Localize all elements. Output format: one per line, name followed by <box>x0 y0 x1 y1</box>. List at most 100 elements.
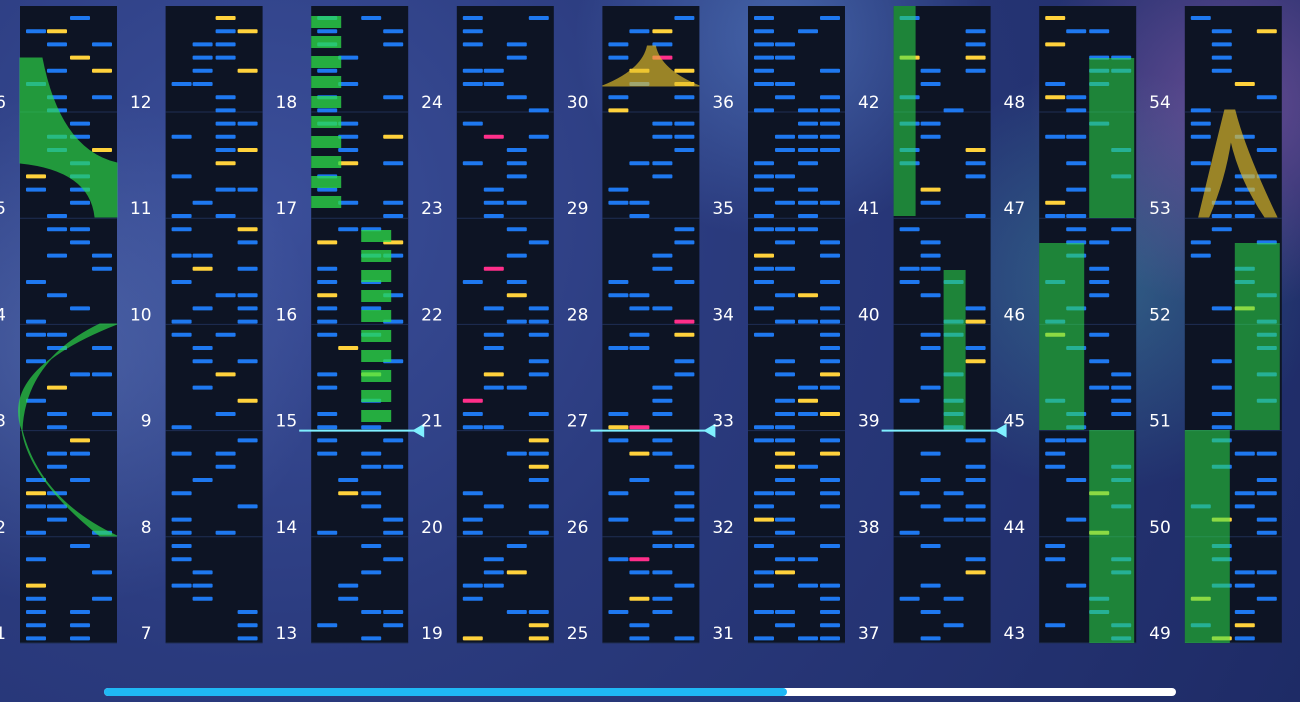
tap-note <box>506 227 527 232</box>
gold-note <box>483 372 504 377</box>
tap-note <box>338 478 359 482</box>
tap-note <box>754 544 774 548</box>
tap-note <box>820 200 840 205</box>
tap-note <box>1066 583 1087 588</box>
tap-note <box>192 359 213 364</box>
tap-note <box>798 200 818 205</box>
gold-note <box>1256 29 1277 34</box>
tap-note <box>171 280 192 284</box>
tap-note <box>506 174 527 179</box>
scrollbar-thumb[interactable] <box>104 688 787 696</box>
tap-note <box>608 491 629 496</box>
tap-note <box>674 121 695 126</box>
tap-note <box>820 68 840 73</box>
tap-note <box>775 372 795 377</box>
tap-note <box>171 451 192 456</box>
gold-note <box>317 293 338 298</box>
measure-number-label: 7 <box>141 624 152 644</box>
tap-note <box>608 55 629 60</box>
gold-note <box>775 570 795 575</box>
tap-note <box>899 398 920 403</box>
tap-note <box>965 29 986 34</box>
tap-note <box>528 306 549 311</box>
tap-note <box>965 346 986 350</box>
tap-note <box>462 68 483 73</box>
tap-note <box>775 174 795 179</box>
tap-note <box>506 95 527 100</box>
gold-note <box>798 398 818 403</box>
gold-note <box>608 108 629 113</box>
tap-note <box>820 491 840 496</box>
hold-note <box>1184 430 1230 643</box>
tap-note <box>652 253 673 258</box>
tap-note <box>171 530 192 535</box>
tap-note <box>1211 55 1232 60</box>
pink-note <box>674 319 695 324</box>
tap-note <box>629 214 650 218</box>
tap-note <box>1111 385 1132 390</box>
tap-note <box>528 504 549 509</box>
tap-note <box>820 319 840 324</box>
tap-note <box>26 187 46 192</box>
tap-note <box>775 491 795 496</box>
measure-number-label: 44 <box>1004 518 1026 538</box>
measure-number-label: 8 <box>141 518 152 538</box>
measure-number-label: 14 <box>276 518 298 538</box>
tap-note <box>215 464 236 469</box>
tap-note <box>965 306 986 311</box>
gold-note <box>92 148 112 152</box>
tap-note <box>652 451 673 456</box>
tap-note <box>528 108 549 113</box>
tap-note <box>775 610 795 614</box>
chart-preview: 1234567891011121314151617181920212223242… <box>0 6 1282 644</box>
tap-note <box>798 583 818 588</box>
tap-note <box>26 623 46 628</box>
gold-note <box>1045 95 1066 100</box>
tap-note <box>629 306 650 311</box>
tap-note <box>1066 517 1087 522</box>
measure-number-label: 32 <box>712 518 734 538</box>
tap-note <box>1211 385 1232 390</box>
tap-note <box>462 161 483 166</box>
tap-note <box>629 346 650 350</box>
tap-note <box>215 214 236 218</box>
tap-note <box>820 504 840 509</box>
tap-note <box>652 610 673 614</box>
tap-note <box>1211 42 1232 47</box>
tap-note <box>820 478 840 482</box>
tap-note <box>608 610 629 614</box>
tap-note <box>674 280 695 284</box>
tap-note <box>1211 306 1232 311</box>
tap-note <box>820 95 840 100</box>
tap-note <box>192 200 213 205</box>
tap-note <box>775 425 795 430</box>
tap-note <box>383 438 404 443</box>
tap-note <box>775 42 795 47</box>
tap-note <box>1089 359 1110 364</box>
tap-note <box>920 385 941 390</box>
tap-note <box>775 200 795 205</box>
tap-note <box>820 240 840 245</box>
measure-number-label: 42 <box>858 93 880 113</box>
tap-note <box>361 306 382 311</box>
tap-note <box>920 68 941 73</box>
tap-note <box>920 346 941 350</box>
gold-note <box>70 438 90 443</box>
tap-note <box>192 253 213 258</box>
tap-note <box>383 557 404 562</box>
tap-note <box>215 95 236 100</box>
hold-note <box>1089 430 1135 643</box>
tap-note <box>237 504 258 509</box>
gold-note <box>965 570 986 575</box>
hold-note <box>311 76 342 88</box>
tap-note <box>820 306 840 311</box>
tap-note <box>820 134 840 139</box>
tap-note <box>1190 240 1211 245</box>
tap-note <box>652 570 673 575</box>
scrollbar-track[interactable] <box>104 688 1176 696</box>
hold-note <box>1039 243 1085 430</box>
tap-note <box>775 293 795 298</box>
tap-note <box>483 82 504 86</box>
hold-note <box>361 370 392 382</box>
tap-note <box>192 478 213 482</box>
